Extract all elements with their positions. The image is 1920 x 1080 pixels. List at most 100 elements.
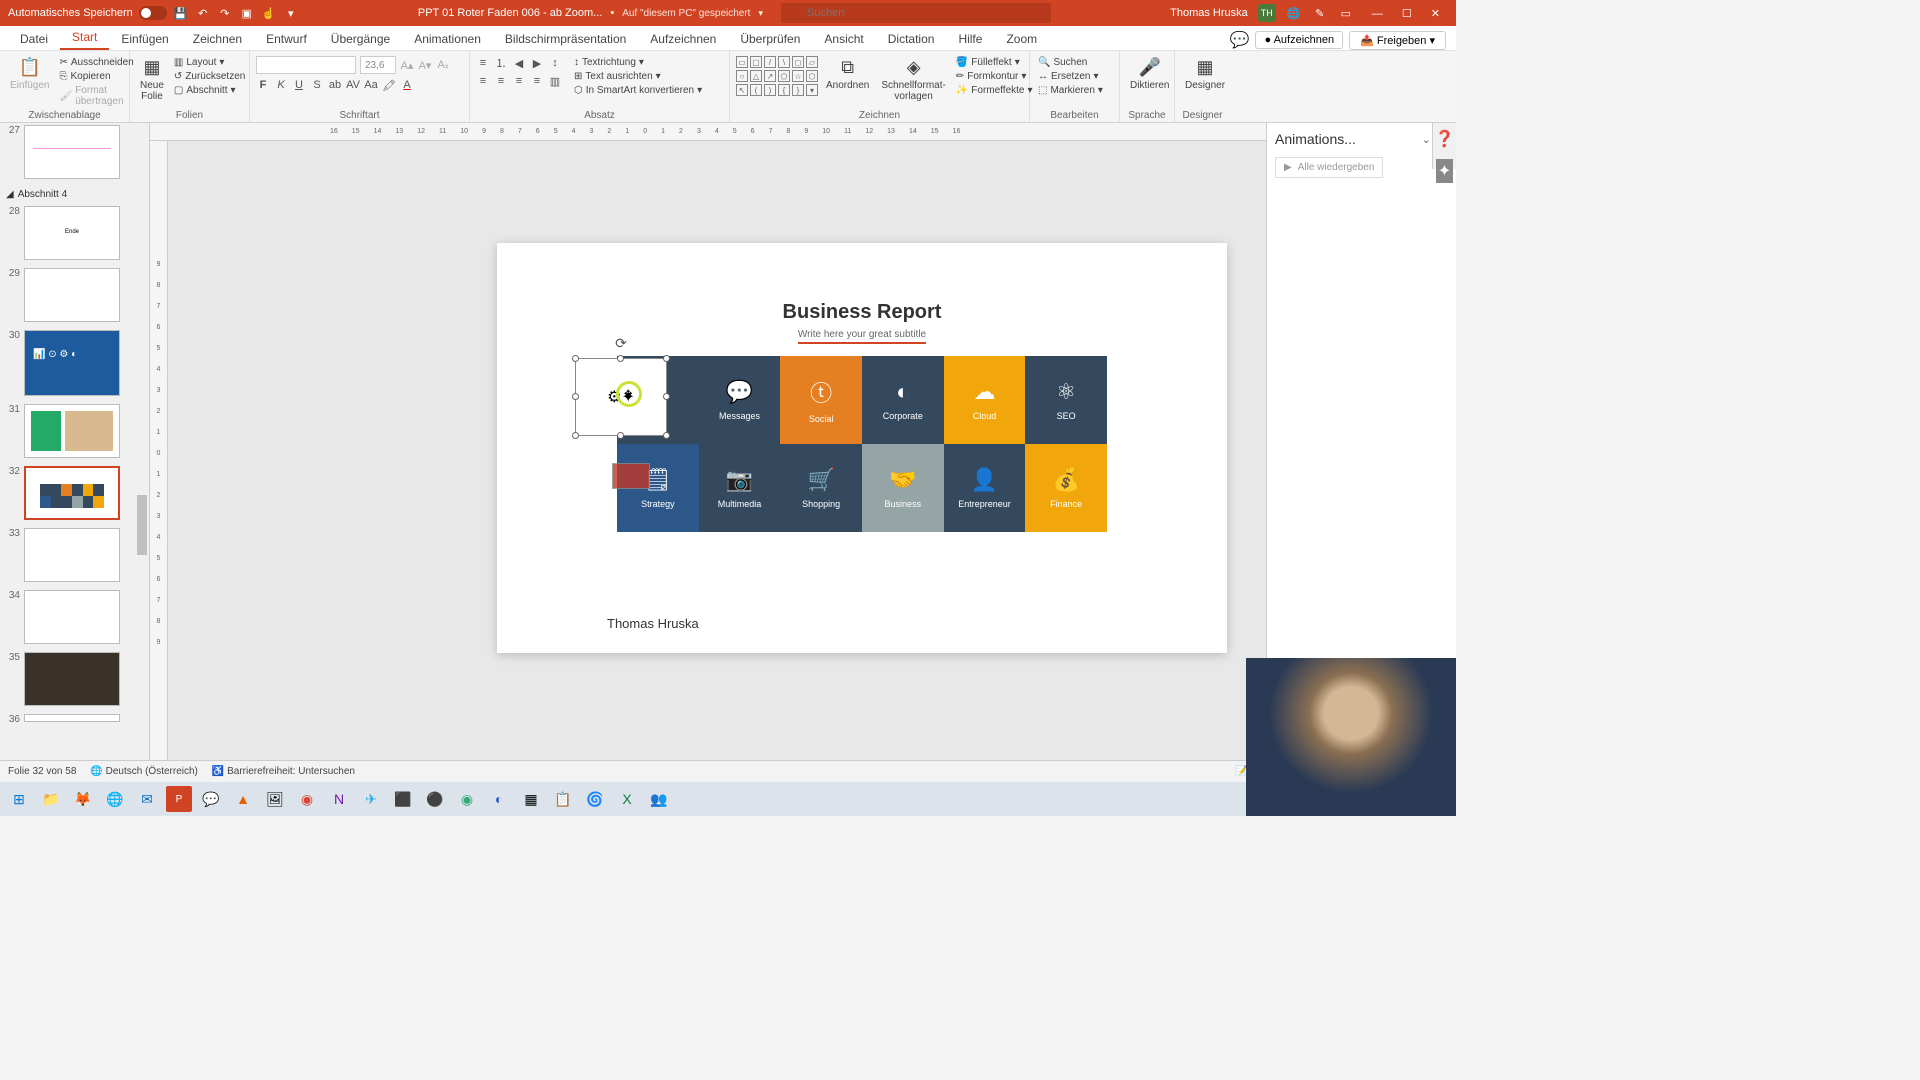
share-button[interactable]: 📤 Freigeben ▾: [1349, 31, 1446, 50]
user-name[interactable]: Thomas Hruska: [1170, 7, 1248, 19]
designer-button[interactable]: ▦Designer: [1181, 56, 1229, 93]
user-avatar[interactable]: TH: [1258, 4, 1276, 22]
tile-cloud[interactable]: ☁Cloud: [944, 356, 1026, 444]
comments-icon[interactable]: 💬: [1230, 30, 1250, 50]
tab-datei[interactable]: Datei: [8, 28, 60, 50]
pane-toggle-icon[interactable]: ✦: [1436, 159, 1453, 183]
outdent-icon[interactable]: ◀: [512, 56, 526, 70]
thumb-scrollbar[interactable]: [135, 123, 149, 760]
tile-entrepreneur[interactable]: 👤Entrepreneur: [944, 444, 1026, 532]
shape-fill-button[interactable]: 🪣 Fülleffekt ▾: [954, 56, 1035, 69]
firefox-icon[interactable]: 🦊: [70, 786, 96, 812]
telegram-icon[interactable]: ✈: [358, 786, 384, 812]
vlc-icon[interactable]: ▲: [230, 786, 256, 812]
chrome-icon[interactable]: 🌐: [102, 786, 128, 812]
reset-button[interactable]: ↺ Zurücksetzen: [172, 70, 247, 83]
tab-zoom[interactable]: Zoom: [994, 28, 1049, 50]
slide-counter[interactable]: Folie 32 von 58: [8, 766, 76, 777]
format-painter-button[interactable]: 🖌 Format übertragen: [57, 84, 135, 108]
highlight-icon[interactable]: 🖍: [382, 78, 396, 92]
edge-icon[interactable]: 🌀: [582, 786, 608, 812]
obs-icon[interactable]: ⚫: [422, 786, 448, 812]
excel-icon[interactable]: X: [614, 786, 640, 812]
close-icon[interactable]: ✕: [1423, 8, 1448, 20]
maximize-icon[interactable]: ☐: [1394, 8, 1420, 20]
app-icon-1[interactable]: 💬: [198, 786, 224, 812]
smartart-button[interactable]: ⬡ In SmartArt konvertieren ▾: [572, 84, 704, 97]
pen-icon[interactable]: ✎: [1312, 5, 1328, 21]
thumb-33[interactable]: [24, 528, 120, 582]
thumb-32[interactable]: [24, 466, 120, 520]
app-icon-3[interactable]: ◉: [294, 786, 320, 812]
slide-title[interactable]: Business Report: [497, 301, 1227, 324]
tab-ubergange[interactable]: Übergänge: [319, 28, 402, 50]
select-button[interactable]: ⬚ Markieren ▾: [1036, 84, 1105, 97]
spacing-icon[interactable]: AV: [346, 78, 360, 92]
slide-canvas[interactable]: 1615141312111098765432101234567891011121…: [150, 123, 1266, 760]
outlook-icon[interactable]: ✉: [134, 786, 160, 812]
find-button[interactable]: 🔍 Suchen: [1036, 56, 1105, 69]
powerpoint-icon[interactable]: P: [166, 786, 192, 812]
tile-shopping[interactable]: 🛒Shopping: [780, 444, 862, 532]
tab-dictation[interactable]: Dictation: [876, 28, 947, 50]
app-icon-4[interactable]: ⬛: [390, 786, 416, 812]
thumb-36[interactable]: [24, 714, 120, 722]
tile-multimedia[interactable]: 📷Multimedia: [699, 444, 781, 532]
app-icon-8[interactable]: 📋: [550, 786, 576, 812]
thumb-30[interactable]: 📊 ⊙ ⚙ ◐: [24, 330, 120, 396]
teams-icon[interactable]: 👥: [646, 786, 672, 812]
tab-animationen[interactable]: Animationen: [402, 28, 493, 50]
align-right-icon[interactable]: ≡: [512, 74, 526, 88]
decrease-font-icon[interactable]: A▾: [418, 58, 432, 72]
thumb-29[interactable]: [24, 268, 120, 322]
linespacing-icon[interactable]: ↕: [548, 56, 562, 70]
thumb-35[interactable]: [24, 652, 120, 706]
case-icon[interactable]: Aa: [364, 78, 378, 92]
layout-button[interactable]: ▥ Layout ▾: [172, 56, 247, 69]
section-header[interactable]: ◢ Abschnitt 4: [0, 185, 149, 204]
tab-entwurf[interactable]: Entwurf: [254, 28, 319, 50]
italic-icon[interactable]: K: [274, 78, 288, 92]
redo-icon[interactable]: ↷: [217, 5, 233, 21]
font-size-input[interactable]: [360, 56, 396, 74]
save-location[interactable]: Auf "diesem PC" gespeichert: [622, 8, 750, 19]
font-family-input[interactable]: [256, 56, 356, 74]
present-icon[interactable]: ▣: [239, 5, 255, 21]
thumb-34[interactable]: [24, 590, 120, 644]
arrange-button[interactable]: ⧉Anordnen: [822, 56, 873, 93]
clear-format-icon[interactable]: Aₓ: [436, 58, 450, 72]
underline-icon[interactable]: U: [292, 78, 306, 92]
columns-icon[interactable]: ▥: [548, 74, 562, 88]
touch-icon[interactable]: ☝: [261, 5, 277, 21]
tab-einfugen[interactable]: Einfügen: [109, 28, 180, 50]
app-icon-7[interactable]: ▦: [518, 786, 544, 812]
onenote-icon[interactable]: N: [326, 786, 352, 812]
app-icon-5[interactable]: ◉: [454, 786, 480, 812]
world-icon[interactable]: 🌐: [1286, 5, 1302, 21]
language-status[interactable]: 🌐 Deutsch (Österreich): [90, 766, 197, 777]
bold-icon[interactable]: F: [256, 78, 270, 92]
copy-button[interactable]: ⎘ Kopieren: [57, 70, 135, 83]
search-input[interactable]: [781, 3, 1051, 23]
tile-messages[interactable]: 💬Messages: [699, 356, 781, 444]
increase-font-icon[interactable]: A▴: [400, 58, 414, 72]
thumb-27[interactable]: [24, 125, 120, 179]
cut-button[interactable]: ✂ Ausschneiden: [57, 56, 135, 69]
font-color-icon[interactable]: A: [400, 78, 414, 92]
align-left-icon[interactable]: ≡: [476, 74, 490, 88]
accessibility-status[interactable]: ♿ Barrierefreiheit: Untersuchen: [212, 766, 355, 777]
tab-zeichnen[interactable]: Zeichnen: [181, 28, 254, 50]
explorer-icon[interactable]: 📁: [38, 786, 64, 812]
tile-corporate[interactable]: ◐Corporate: [862, 356, 944, 444]
pane-collapse-icon[interactable]: ⌄: [1422, 133, 1431, 146]
text-direction-button[interactable]: ↕ Textrichtung ▾: [572, 56, 704, 69]
replace-button[interactable]: ↔ Ersetzen ▾: [1036, 70, 1105, 83]
justify-icon[interactable]: ≡: [530, 74, 544, 88]
shape-effects-button[interactable]: ✨ Formeffekte ▾: [954, 84, 1035, 97]
tile-seo[interactable]: ⚛SEO: [1025, 356, 1107, 444]
tab-hilfe[interactable]: Hilfe: [946, 28, 994, 50]
align-text-button[interactable]: ⊞ Text ausrichten ▾: [572, 70, 704, 83]
tile-grid[interactable]: 💬Messages ⓣSocial ◐Corporate ☁Cloud ⚛SEO…: [617, 356, 1107, 532]
help-icon[interactable]: ❓: [1435, 129, 1455, 149]
new-slide-button[interactable]: ▦Neue Folie: [136, 56, 168, 104]
